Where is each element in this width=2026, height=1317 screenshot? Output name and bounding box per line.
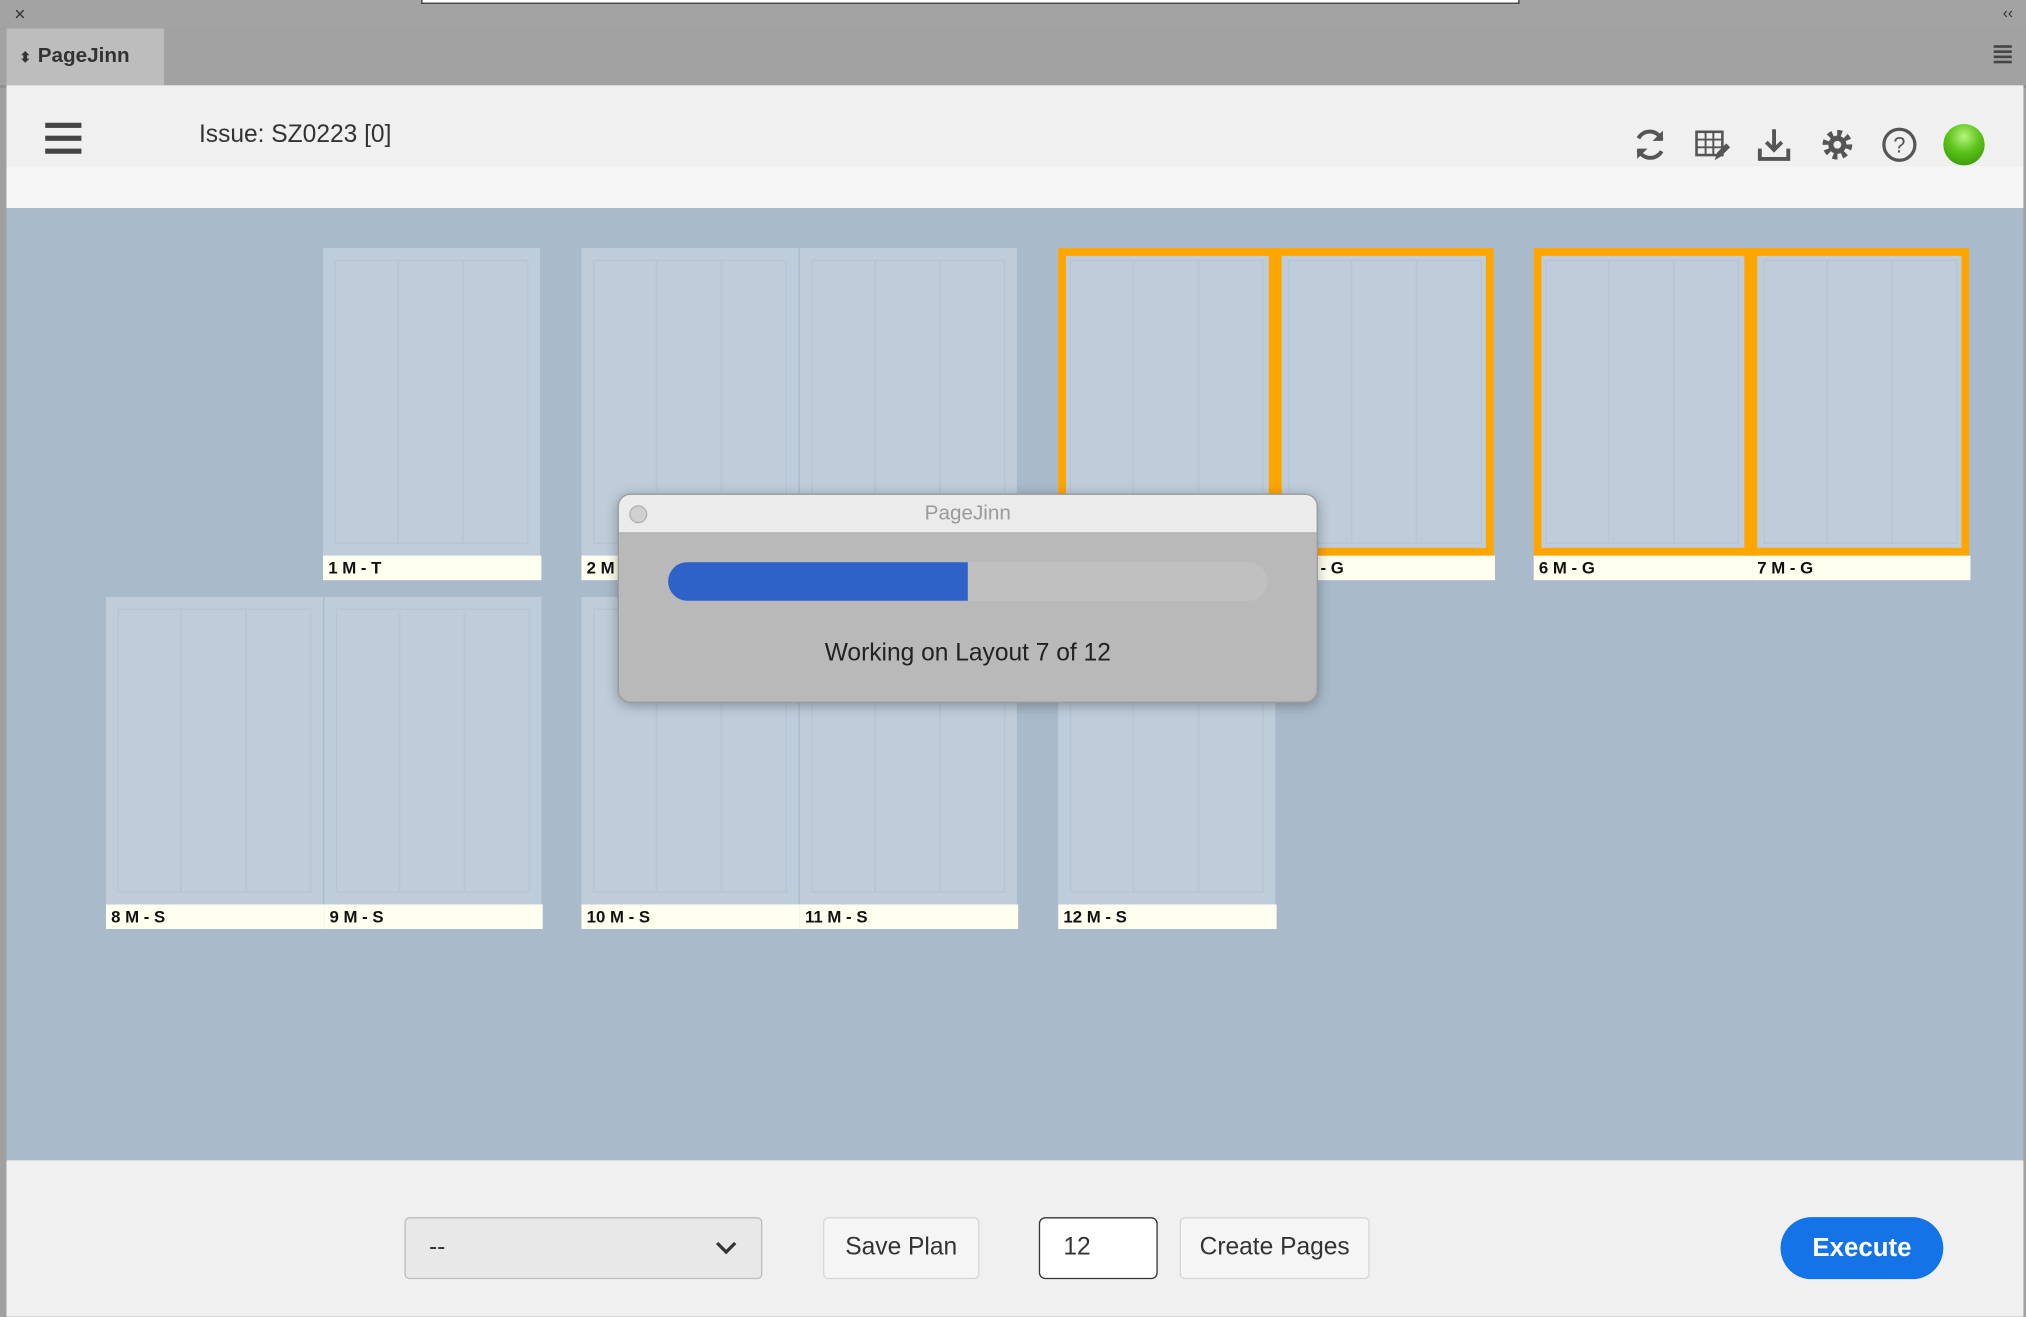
- execute-button[interactable]: Execute: [1780, 1217, 1944, 1280]
- page-thumbnail[interactable]: [105, 596, 324, 905]
- close-icon[interactable]: ×: [14, 4, 25, 26]
- page-margin-guides: [335, 608, 530, 893]
- page-label: 6 M - G: [1533, 555, 1753, 581]
- status-indicator: [1943, 124, 1985, 166]
- page-label: 9 M - S: [324, 904, 543, 930]
- progress-message: Working on Layout 7 of 12: [824, 639, 1111, 667]
- grid-edit-icon[interactable]: [1693, 125, 1732, 164]
- progress-dialog: PageJinn Working on Layout 7 of 12: [617, 493, 1318, 703]
- progress-fill: [668, 562, 968, 601]
- download-icon[interactable]: [1755, 125, 1794, 164]
- page-label: 7 M - G: [1752, 555, 1971, 581]
- page-label: 12 M - S: [1058, 904, 1277, 930]
- page-label: 11 M - S: [799, 904, 1019, 930]
- panel-tab-bar: ⬍ PageJinn: [0, 28, 2026, 88]
- chevron-down-icon: [715, 1241, 737, 1255]
- window-edge: [421, 0, 1520, 4]
- help-icon[interactable]: ?: [1880, 125, 1919, 164]
- dialog-close-button[interactable]: [629, 505, 648, 524]
- page-margin-guides: [334, 259, 529, 544]
- gear-icon[interactable]: [1818, 125, 1857, 164]
- refresh-icon[interactable]: [1631, 125, 1670, 164]
- create-pages-button[interactable]: Create Pages: [1179, 1217, 1370, 1280]
- issue-title: Issue: SZ0223 [0]: [198, 121, 392, 149]
- subheader: [6, 165, 2024, 209]
- footer: [6, 1160, 2024, 1317]
- page-label: 10 M - S: [581, 904, 800, 930]
- collapse-icon[interactable]: ‹‹: [2003, 4, 2013, 22]
- panel-menu-icon[interactable]: [1993, 45, 2012, 66]
- dialog-title: PageJinn: [618, 494, 1317, 534]
- window-titlebar: [0, 0, 2026, 30]
- tab-pagejinn[interactable]: ⬍ PageJinn: [6, 28, 165, 86]
- save-plan-button[interactable]: Save Plan: [823, 1217, 980, 1280]
- page-label: 8 M - S: [105, 904, 325, 930]
- svg-text:?: ?: [1893, 132, 1905, 157]
- up-down-icon: ⬍: [19, 49, 32, 66]
- page-margin-guides: [117, 608, 312, 893]
- page-label: 1 M - T: [323, 555, 542, 581]
- menu-icon[interactable]: [45, 122, 82, 162]
- page-thumbnail[interactable]: [323, 248, 541, 556]
- page-thumbnail[interactable]: [324, 596, 542, 905]
- plan-select[interactable]: --: [404, 1217, 763, 1280]
- tab-label: PageJinn: [37, 45, 130, 68]
- plan-select-value: --: [428, 1233, 446, 1262]
- selected-spread-gutter: [1744, 248, 1758, 556]
- page-count-input[interactable]: 12: [1038, 1217, 1158, 1280]
- progress-bar: [668, 562, 1268, 601]
